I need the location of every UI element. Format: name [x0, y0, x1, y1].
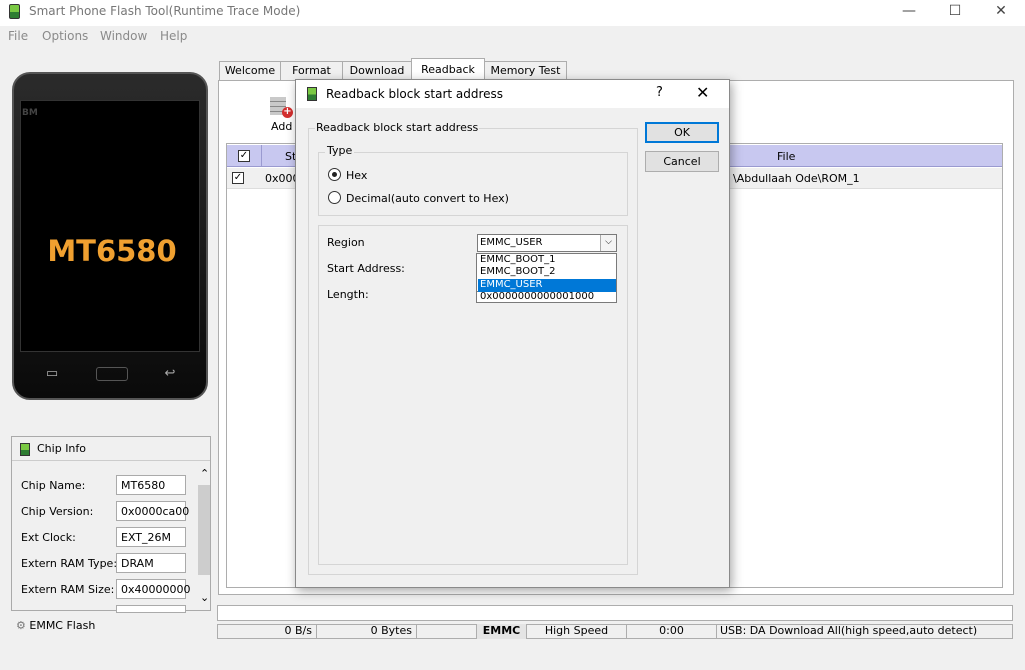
dialog-title-bar: Readback block start address ? ✕: [296, 80, 729, 108]
add-button-label[interactable]: Add: [271, 120, 292, 133]
ok-button[interactable]: OK: [645, 122, 719, 143]
chip-version-value: 0x0000ca00: [116, 501, 189, 521]
phone-menu-icon: ▭: [45, 366, 59, 381]
status-storage: EMMC: [477, 624, 527, 639]
chip-info-header: Chip Info: [12, 437, 210, 461]
status-usb-mode: High Speed: [527, 624, 627, 639]
ram-size-label: Extern RAM Size:: [21, 583, 115, 596]
dialog-app-icon: [307, 87, 317, 101]
radio-selected-dot: [332, 172, 337, 177]
chip-name-value: MT6580: [116, 475, 186, 495]
start-address-label: Start Address:: [327, 262, 405, 275]
status-speed: 0 B/s: [218, 624, 317, 639]
chip-name-label: Chip Name:: [21, 479, 86, 492]
chip-info-icon: [20, 443, 30, 456]
scroll-up-icon[interactable]: ⌃: [200, 467, 209, 480]
phone-chip-label: MT6580: [47, 234, 177, 268]
ext-clock-value: EXT_26M: [116, 527, 186, 547]
dialog-title: Readback block start address: [326, 87, 504, 101]
phone-home-icon: ▬: [96, 367, 128, 381]
hex-radio[interactable]: [328, 168, 341, 181]
header-divider: [261, 145, 262, 167]
progress-bar: [217, 605, 1013, 621]
ram-type-label: Extern RAM Type:: [21, 557, 118, 570]
type-group-label: Type: [325, 144, 355, 157]
scroll-down-icon[interactable]: ⌄: [200, 591, 209, 604]
row-checkbox[interactable]: ✓: [232, 172, 244, 184]
ram-type-value: DRAM: [116, 553, 186, 573]
menu-options[interactable]: Options: [42, 29, 88, 43]
length-input[interactable]: 0x0000000000001000: [476, 291, 617, 303]
gear-icon: ⚙: [16, 619, 26, 632]
phone-back-icon: ↩: [164, 366, 176, 381]
phone-image: BM MT6580 ▭ ▬ ↩: [12, 72, 208, 400]
hex-radio-label[interactable]: Hex: [346, 169, 367, 182]
ram-size-value: 0x40000000: [116, 579, 191, 599]
chip-version-label: Chip Version:: [21, 505, 94, 518]
region-option-boot2[interactable]: EMMC_BOOT_2: [478, 266, 616, 279]
minimize-button[interactable]: —: [886, 0, 932, 24]
region-label: Region: [327, 236, 365, 249]
menu-file[interactable]: File: [8, 29, 28, 43]
status-bytes: 0 Bytes: [317, 624, 417, 639]
phone-screen: [20, 100, 200, 352]
header-file: File: [777, 150, 796, 163]
decimal-radio[interactable]: [328, 191, 341, 204]
phone-brand: BM: [22, 108, 38, 118]
decimal-radio-label[interactable]: Decimal(auto convert to Hex): [346, 192, 509, 205]
ext-clock-label: Ext Clock:: [21, 531, 76, 544]
row-file-path: \Abdullaah Ode\ROM_1: [733, 172, 860, 185]
status-message: USB: DA Download All(high speed,auto det…: [720, 624, 978, 637]
close-button[interactable]: ✕: [978, 0, 1024, 24]
tab-format[interactable]: Format: [280, 61, 343, 80]
address-group-label: Readback block start address: [315, 121, 480, 134]
readback-address-dialog: Readback block start address ? ✕ Readbac…: [295, 79, 730, 588]
chip-more-value: [116, 605, 186, 613]
window-title: Smart Phone Flash Tool(Runtime Trace Mod…: [29, 4, 301, 18]
title-bar: Smart Phone Flash Tool(Runtime Trace Mod…: [0, 0, 1025, 26]
region-select[interactable]: EMMC_USER: [477, 234, 617, 252]
chip-info-scroll-thumb[interactable]: [198, 485, 210, 575]
cancel-button[interactable]: Cancel: [645, 151, 719, 172]
region-option-user[interactable]: EMMC_USER: [478, 279, 616, 292]
chip-info-panel: Chip Info Chip Name: MT6580 Chip Version…: [11, 436, 211, 613]
menu-window[interactable]: Window: [100, 29, 147, 43]
select-all-checkbox[interactable]: ✓: [238, 150, 250, 162]
add-plus-icon: +: [282, 106, 293, 118]
status-spacer: [417, 624, 477, 639]
menu-bar: File Options Window Help: [0, 26, 1025, 47]
tab-download[interactable]: Download: [342, 61, 412, 80]
length-label: Length:: [327, 288, 369, 301]
type-groupbox: [318, 152, 628, 216]
tab-welcome[interactable]: Welcome: [219, 61, 281, 80]
chevron-down-icon[interactable]: ⌵: [600, 235, 616, 251]
help-button[interactable]: ?: [656, 85, 663, 100]
region-dropdown-list: EMMC_BOOT_1 EMMC_BOOT_2 EMMC_USER: [476, 253, 617, 292]
menu-help[interactable]: Help: [160, 29, 187, 43]
status-time: 0:00: [627, 624, 717, 639]
tab-readback[interactable]: Readback: [411, 58, 485, 81]
chip-info-title: Chip Info: [37, 442, 87, 455]
dialog-close-button[interactable]: ✕: [696, 83, 709, 102]
maximize-button[interactable]: ☐: [932, 0, 978, 24]
app-icon: [9, 4, 20, 19]
emmc-flash-label: ⚙ EMMC Flash: [16, 619, 95, 632]
emmc-flash-text: EMMC Flash: [29, 619, 96, 632]
tab-memory-test[interactable]: Memory Test: [484, 61, 567, 80]
